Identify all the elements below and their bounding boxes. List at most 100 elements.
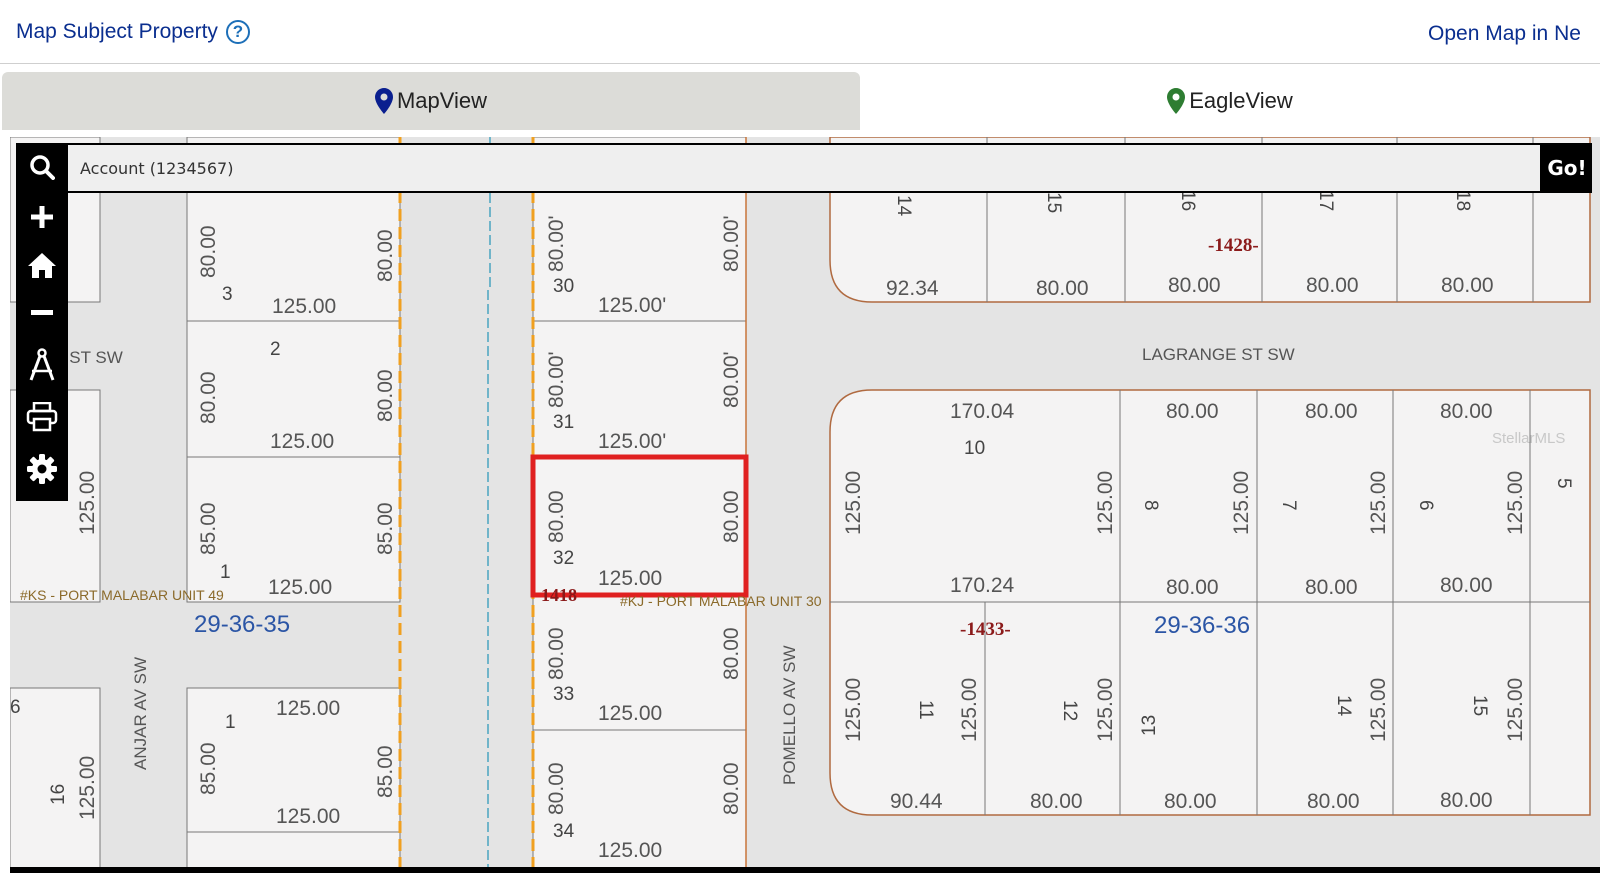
lot-dimension: 80.00	[1307, 790, 1360, 813]
lot-dimension: 80.00	[1036, 277, 1089, 300]
lot-dimension: 80.00	[197, 371, 220, 424]
lot-dimension: 80.00	[1305, 576, 1358, 599]
lot-number: 14	[893, 195, 914, 217]
lot-number: 3	[222, 284, 233, 305]
go-button[interactable]: Go!	[1542, 143, 1592, 193]
lot-dimension: 125.00	[276, 805, 340, 828]
zoom-out-icon[interactable]	[16, 289, 68, 337]
header-divider	[0, 63, 1600, 64]
map-pin-icon	[1167, 88, 1186, 114]
lot-dimension: 80.00	[374, 229, 397, 282]
lot-dimension: 80.00	[1168, 274, 1221, 297]
lot-number: 31	[553, 412, 574, 433]
block-label: -1433-	[960, 619, 1011, 640]
lot-number: 1	[220, 562, 231, 583]
lot-dimension: 80.00'	[545, 351, 568, 408]
lot-number: 34	[553, 821, 575, 842]
lot-dimension: 80.00	[720, 490, 743, 543]
lot-number: 32	[553, 548, 574, 569]
lot-number: 6	[1415, 500, 1436, 511]
lot-dimension: 80.00	[720, 627, 743, 680]
lot-dimension: 125.00	[1230, 471, 1253, 535]
lot-dimension: 125.00'	[598, 294, 666, 317]
lot-number: 13	[1139, 715, 1160, 736]
block-label: -1428-	[1208, 235, 1259, 256]
lot-number: 16	[48, 784, 69, 805]
lot-number: 7	[1278, 500, 1299, 511]
lot-dimension: 85.00	[197, 742, 220, 795]
print-icon[interactable]	[16, 393, 68, 441]
lot-dimension: 125.00	[1094, 471, 1117, 535]
lot-dimension: 125.00	[598, 702, 662, 725]
tab-mapview[interactable]: MapView	[2, 72, 860, 130]
lot-dimension: 80.00	[1166, 576, 1219, 599]
lot-dimension: 80.00	[1166, 400, 1219, 423]
lot-number: 2	[270, 339, 281, 360]
lot-dimension: 80.00'	[720, 351, 743, 408]
lot-dimension: 80.00	[545, 627, 568, 680]
lot-dimension: 125.00	[272, 295, 336, 318]
lot-dimension: 90.44	[890, 790, 943, 813]
map-toolbar	[16, 143, 68, 501]
page-title-text: Map Subject Property	[16, 20, 218, 43]
parcel-map-svg: ND ST SW LAGRANGE ST SW ANJAR AV SW POME…	[10, 137, 1591, 873]
lot-dimension: 80.00'	[545, 215, 568, 272]
lot-dimension: 80.00	[1305, 400, 1358, 423]
home-icon[interactable]	[16, 241, 68, 289]
parcel-map[interactable]: ND ST SW LAGRANGE ST SW ANJAR AV SW POME…	[10, 137, 1600, 873]
street-label: POMELLO AV SW	[780, 645, 799, 785]
lot-dimension: 125.00	[598, 839, 662, 862]
lot-dimension: 125.00'	[598, 430, 666, 453]
lot-dimension: 80.00	[1440, 574, 1493, 597]
account-search-value: Account (1234567)	[80, 158, 234, 178]
lot-number: 6	[10, 697, 21, 718]
lot-number: 33	[553, 684, 574, 705]
lot-number: 16	[1177, 190, 1198, 211]
lot-number: 11	[915, 700, 936, 720]
lot-dimension: 80.00	[1030, 790, 1083, 813]
lot-dimension: 125.00	[598, 567, 662, 590]
lot-dimension: 92.34	[886, 277, 939, 300]
lot-dimension: 85.00	[374, 745, 397, 798]
lot-dimension: 125.00	[270, 430, 334, 453]
lot-dimension: 125.00	[1367, 678, 1390, 742]
lot-number: 15	[1469, 695, 1490, 716]
lot-dimension: 170.24	[950, 574, 1015, 597]
lot-number: 17	[1315, 190, 1336, 211]
lot-dimension: 125.00	[1094, 678, 1117, 742]
map-bottom-bar	[10, 867, 1600, 873]
lot-dimension: 85.00	[374, 502, 397, 555]
lot-dimension: 125.00	[1504, 471, 1527, 535]
lot-dimension: 80.00'	[720, 215, 743, 272]
measure-icon[interactable]	[16, 341, 68, 389]
lot-number: 5	[1553, 478, 1574, 489]
open-map-new-window-link[interactable]: Open Map in Ne	[1428, 22, 1581, 46]
map-pin-icon	[374, 88, 393, 114]
tab-eagleview[interactable]: EagleView	[860, 72, 1600, 130]
lot-dimension: 80.00	[545, 762, 568, 815]
street-label: ANJAR AV SW	[131, 657, 150, 770]
section-label: 29-36-35	[194, 611, 290, 638]
lot-dimension: 80.00	[720, 762, 743, 815]
block-label: 1418	[541, 585, 577, 605]
lot-dimension: 125.00	[76, 471, 99, 535]
zoom-in-icon[interactable]	[16, 193, 68, 241]
account-search-input[interactable]: Account (1234567)	[68, 143, 1542, 193]
lot-dimension: 125.00	[268, 576, 332, 599]
lot-dimension: 80.00	[545, 490, 568, 543]
lot-number: 30	[553, 276, 574, 297]
lot-dimension: 80.00	[1306, 274, 1359, 297]
lot-number: 12	[1059, 700, 1080, 721]
tab-mapview-label: MapView	[396, 88, 488, 113]
watermark: StellarMLS	[1492, 430, 1565, 447]
lot-dimension: 85.00	[197, 502, 220, 555]
tab-eagleview-label: EagleView	[1189, 88, 1293, 113]
lot-dimension: 125.00	[842, 471, 865, 535]
lot-dimension: 80.00	[374, 369, 397, 422]
street-label: LAGRANGE ST SW	[1142, 345, 1295, 364]
lot-dimension: 80.00	[1441, 274, 1494, 297]
search-icon[interactable]	[16, 143, 68, 191]
lot-number: 15	[1043, 192, 1064, 213]
help-icon[interactable]: ?	[225, 20, 250, 44]
settings-icon[interactable]	[16, 445, 68, 493]
